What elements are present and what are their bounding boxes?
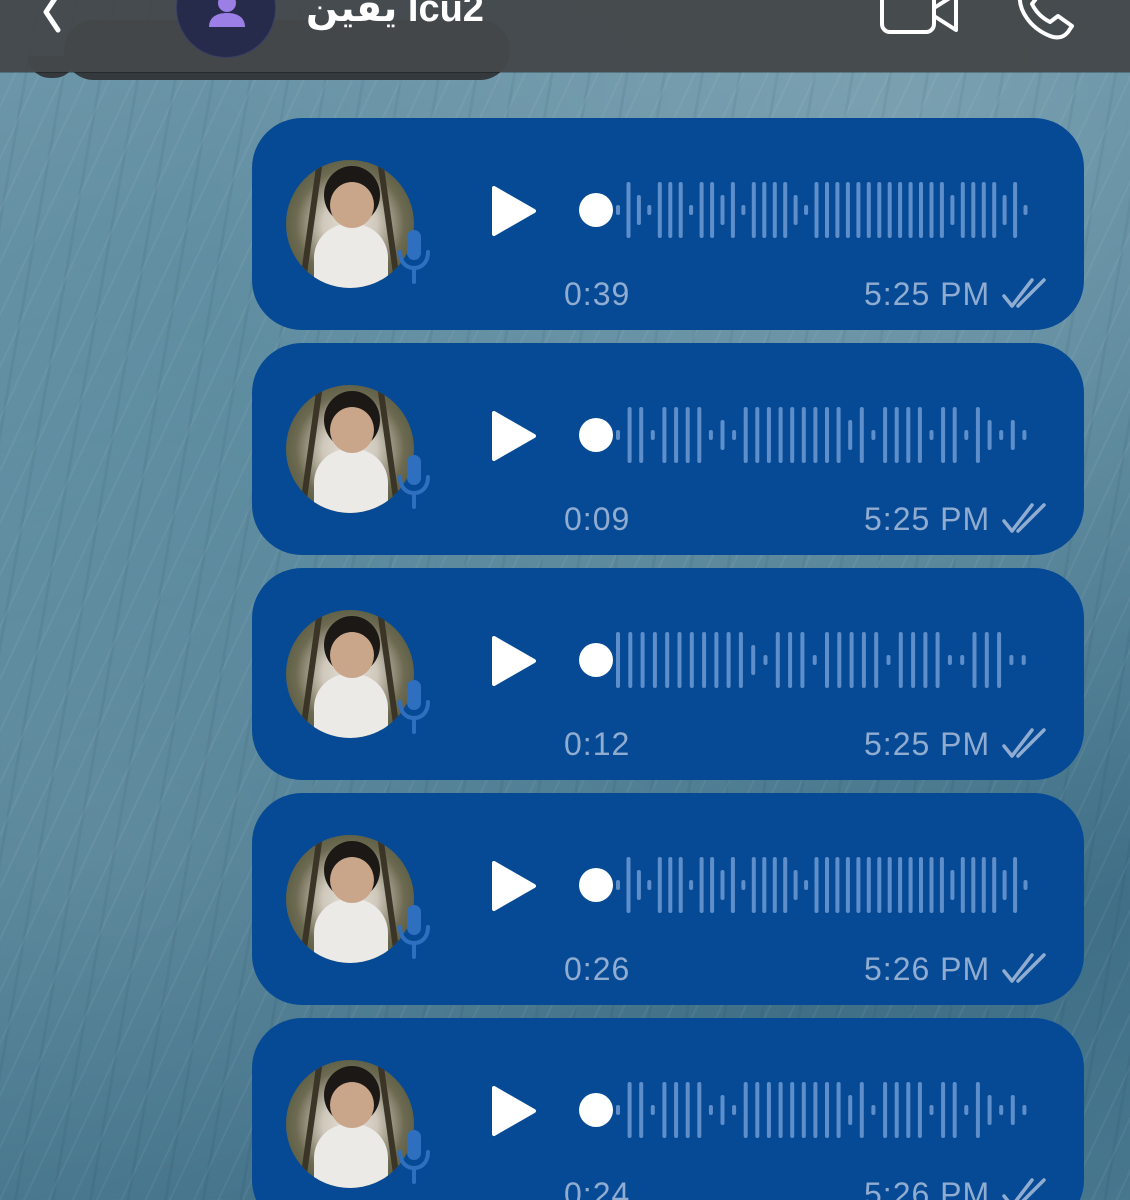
voice-message-bubble[interactable]: 0:39 5:25 PM [252, 118, 1084, 330]
playhead-dot[interactable] [579, 643, 613, 677]
voice-duration: 0:39 [564, 276, 631, 312]
play-icon[interactable] [488, 634, 540, 688]
microphone-icon [398, 680, 430, 734]
chat-header: يقين Icu2 [0, 0, 1130, 72]
message-time: 5:26 PM [864, 951, 991, 987]
voice-duration: 0:26 [564, 951, 631, 987]
voice-message-bubble[interactable]: 0:12 5:25 PM [252, 568, 1084, 780]
voice-waveform[interactable] [578, 403, 1048, 467]
message-time: 5:26 PM [864, 1176, 991, 1200]
contact-avatar[interactable] [176, 0, 276, 58]
contact-name[interactable]: يقين Icu2 [306, 0, 484, 31]
double-check-icon [1002, 728, 1046, 758]
playhead-dot[interactable] [579, 868, 613, 902]
message-time: 5:25 PM [864, 276, 991, 312]
double-check-icon [1002, 503, 1046, 533]
double-check-icon [1002, 1178, 1046, 1200]
microphone-icon [398, 1130, 430, 1184]
voice-call-button[interactable] [1006, 0, 1082, 44]
voice-message-bubble[interactable]: 0:26 5:26 PM [252, 793, 1084, 1005]
playhead-dot[interactable] [579, 193, 613, 227]
message-time: 5:25 PM [864, 501, 991, 537]
person-icon [209, 0, 245, 27]
playhead-dot[interactable] [579, 418, 613, 452]
play-icon[interactable] [488, 1084, 540, 1138]
play-icon[interactable] [488, 409, 540, 463]
voice-duration: 0:24 [564, 1176, 631, 1200]
double-check-icon [1002, 278, 1046, 308]
voice-waveform[interactable] [578, 628, 1048, 692]
double-check-icon [1002, 953, 1046, 983]
voice-duration: 0:09 [564, 501, 631, 537]
microphone-icon [398, 230, 430, 284]
play-icon[interactable] [488, 859, 540, 913]
video-call-button[interactable] [878, 0, 962, 40]
video-camera-icon [880, 0, 958, 34]
microphone-icon [398, 905, 430, 959]
message-time: 5:25 PM [864, 726, 991, 762]
playhead-dot[interactable] [579, 1093, 613, 1127]
voice-duration: 0:12 [564, 726, 631, 762]
back-button[interactable] [18, 0, 78, 44]
voice-message-bubble[interactable]: 0:09 5:25 PM [252, 343, 1084, 555]
phone-icon [1017, 0, 1074, 40]
voice-waveform[interactable] [578, 178, 1048, 242]
microphone-icon [398, 455, 430, 509]
chevron-left-icon [43, 0, 61, 33]
voice-waveform[interactable] [578, 1078, 1048, 1142]
voice-waveform[interactable] [578, 853, 1048, 917]
voice-message-bubble[interactable]: 0:24 5:26 PM [252, 1018, 1084, 1200]
play-icon[interactable] [488, 184, 540, 238]
